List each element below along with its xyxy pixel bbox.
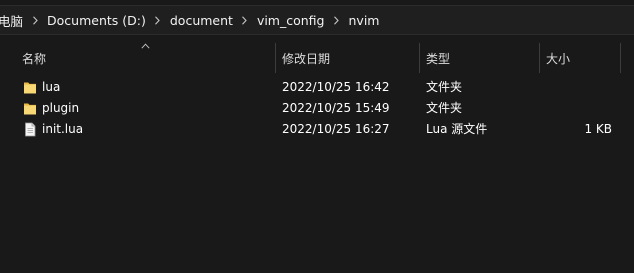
- chevron-right-icon[interactable]: [152, 6, 164, 34]
- chevron-right-icon[interactable]: [239, 6, 251, 34]
- breadcrumb-item-document[interactable]: document: [164, 6, 239, 34]
- file-type: Lua 源文件: [426, 122, 488, 136]
- file-date: 2022/10/25 16:42: [282, 80, 390, 94]
- file-icon: [25, 122, 36, 137]
- file-list: lua 2022/10/25 16:42 文件夹 plugin 2022/10/…: [0, 77, 634, 140]
- file-row-init-lua[interactable]: init.lua 2022/10/25 16:27 Lua 源文件 1 KB: [0, 119, 634, 140]
- column-header-name[interactable]: 名称: [16, 43, 275, 73]
- file-name: init.lua: [42, 122, 84, 136]
- file-explorer-window: 电脑 Documents (D:) document vim_config nv…: [0, 0, 634, 273]
- file-date: 2022/10/25 15:49: [282, 101, 390, 115]
- file-name: plugin: [42, 101, 80, 115]
- column-header-row: 名称 修改日期 类型 大小: [0, 43, 634, 73]
- column-divider[interactable]: [620, 43, 621, 73]
- file-type: 文件夹: [426, 80, 463, 94]
- column-header-type[interactable]: 类型: [420, 43, 539, 73]
- breadcrumb-item-vim-config[interactable]: vim_config: [251, 6, 331, 34]
- column-header-name-label: 名称: [22, 51, 47, 66]
- file-date: 2022/10/25 16:27: [282, 122, 390, 136]
- column-header-date[interactable]: 修改日期: [276, 43, 419, 73]
- file-row-plugin[interactable]: plugin 2022/10/25 15:49 文件夹: [0, 98, 634, 119]
- file-type: 文件夹: [426, 101, 463, 115]
- file-name: lua: [42, 80, 61, 94]
- column-header-date-label: 修改日期: [282, 51, 331, 66]
- file-size: 1 KB: [584, 122, 612, 136]
- column-header-size[interactable]: 大小: [540, 43, 620, 73]
- folder-icon: [24, 103, 36, 115]
- chevron-right-icon[interactable]: [331, 6, 343, 34]
- file-row-lua[interactable]: lua 2022/10/25 16:42 文件夹: [0, 77, 634, 98]
- folder-icon: [24, 82, 36, 94]
- column-header-type-label: 类型: [426, 51, 451, 66]
- breadcrumb-item-this-pc[interactable]: 电脑: [0, 6, 29, 34]
- breadcrumb: 电脑 Documents (D:) document vim_config nv…: [0, 5, 634, 35]
- breadcrumb-item-nvim[interactable]: nvim: [343, 6, 386, 34]
- column-header-size-label: 大小: [546, 51, 571, 66]
- chevron-right-icon[interactable]: [29, 6, 41, 34]
- breadcrumb-item-documents-drive[interactable]: Documents (D:): [41, 6, 152, 34]
